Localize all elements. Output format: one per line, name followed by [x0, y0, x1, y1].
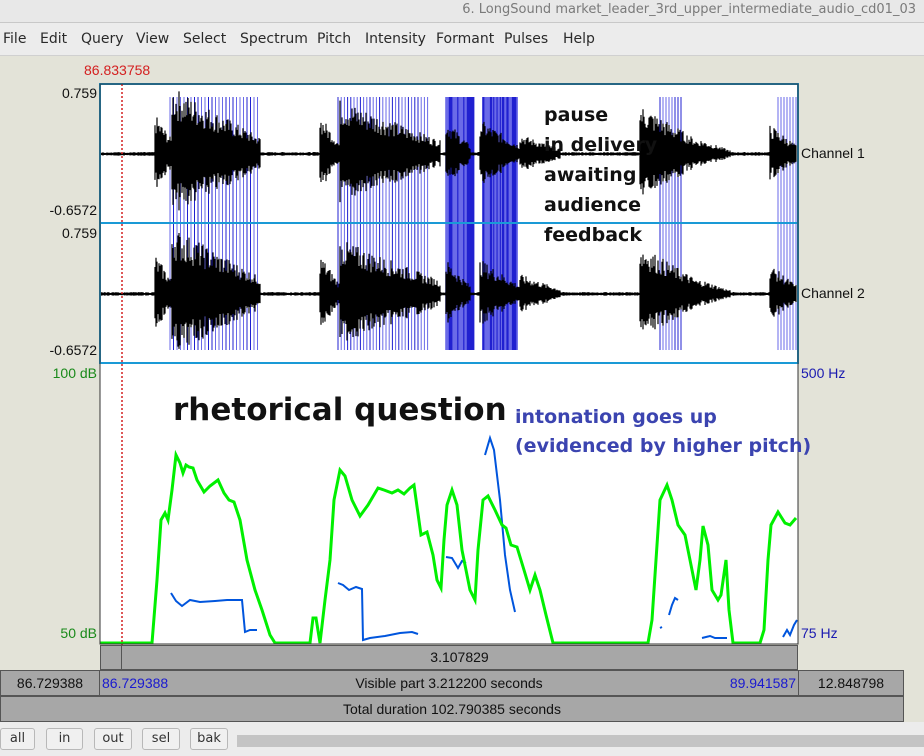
- pause-annotation: pause in delivery awaiting audience feed…: [544, 100, 657, 250]
- visible-part-label: Visible part 3.212200 seconds: [355, 675, 543, 691]
- total-duration-label: Total duration 102.790385 seconds: [343, 701, 561, 717]
- right-hidden-bar[interactable]: 12.848798: [798, 670, 904, 696]
- annotation-line: in delivery: [544, 134, 658, 156]
- annotation-line: audience: [544, 194, 642, 216]
- zoom-out-button[interactable]: out: [94, 728, 132, 750]
- annotation-line: intonation goes up: [515, 406, 717, 428]
- zoom-in-button[interactable]: in: [46, 728, 83, 750]
- annotation-line: awaiting: [544, 164, 637, 186]
- rhetorical-question-annotation: rhetorical question: [173, 392, 507, 428]
- visible-part-bar[interactable]: 86.729388 Visible part 3.212200 seconds …: [99, 670, 799, 696]
- annotation-line: (evidenced by higher pitch): [515, 435, 812, 457]
- selection-duration-bar[interactable]: 3.107829: [121, 645, 798, 670]
- right-hidden-duration: 12.848798: [817, 675, 885, 691]
- horizontal-scrollbar[interactable]: [237, 735, 924, 747]
- annotation-line: feedback: [544, 224, 642, 246]
- total-duration-bar[interactable]: Total duration 102.790385 seconds: [0, 696, 904, 722]
- left-hidden-duration: 86.729388: [16, 675, 84, 691]
- annotation-line: pause: [544, 104, 609, 126]
- zoom-selection-button[interactable]: sel: [142, 728, 180, 750]
- selection-duration: 3.107829: [430, 649, 489, 665]
- zoom-all-button[interactable]: all: [0, 728, 35, 750]
- selection-left-segment[interactable]: [100, 645, 122, 670]
- intonation-annotation: intonation goes up (evidenced by higher …: [515, 403, 811, 461]
- zoom-back-button[interactable]: bak: [190, 728, 228, 750]
- pitch-curve: [659, 626, 663, 629]
- signal-canvas[interactable]: [0, 0, 924, 756]
- left-hidden-bar[interactable]: 86.729388: [0, 670, 100, 696]
- visible-end-time: 89.941587: [729, 675, 796, 691]
